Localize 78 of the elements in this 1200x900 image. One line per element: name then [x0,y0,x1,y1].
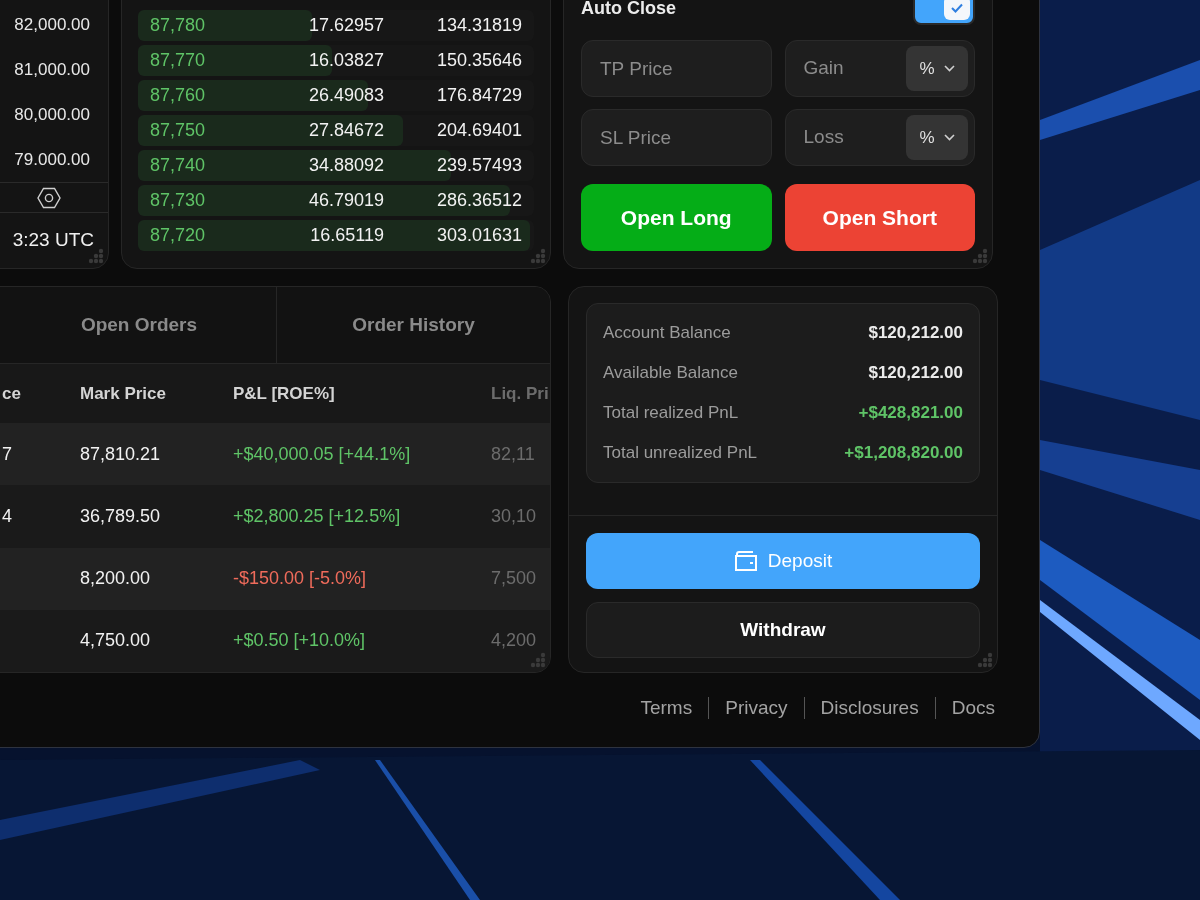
order-price: 87,720 [150,225,206,245]
auto-close-toggle[interactable] [913,0,975,25]
table-cell: 7,500 [491,568,537,589]
order-total: 134.31819 [436,14,522,37]
footer-link[interactable]: Disclosures [820,693,919,723]
order-amount: 17.62957 [308,14,384,37]
balance-label: Total realized PnL [603,402,739,425]
chevron-down-icon [943,65,955,72]
grip-icon[interactable] [977,652,993,668]
order-amount: 46.79019 [308,189,384,212]
pnl-cell: -$150.00 [-5.0%] [233,568,367,589]
grip-icon[interactable] [530,652,546,668]
balance-value: +$428,821.00 [858,402,963,425]
wallet-icon [733,550,758,572]
price-field[interactable]: SL Price [581,109,772,166]
balance-value: $120,212.00 [868,362,963,385]
price-axis-label: 82,000.00 [14,13,90,36]
order-price: 87,780 [150,15,206,35]
pnl-cell: +$0.50 [+10.0%] [233,630,366,651]
table-cell: 8,200.00 [80,568,151,589]
price-axis-label: 79.000.00 [14,148,90,171]
price-axis-label: 80,000.00 [14,103,90,126]
table-cell: 30,10 [491,506,537,527]
order-total: 303.01631 [436,224,522,247]
order-amount: 16.03827 [308,49,384,72]
column-header: P&L [ROE%] [233,383,335,403]
grip-icon[interactable] [530,248,546,264]
price-field[interactable]: TP Price [581,40,772,97]
order-amount: 26.49083 [308,84,384,107]
footer-link[interactable]: Docs [951,693,995,723]
order-price: 87,760 [150,85,206,105]
order-amount: 27.84672 [308,119,384,142]
table-cell: 4,200 [491,630,537,651]
balance-label: Available Balance [603,362,738,385]
tab[interactable]: Order History [352,310,475,340]
order-total: 204.69401 [436,119,522,142]
pnl-cell: +$40,000.05 [+44.1%] [233,443,411,464]
table-cell: 82,11 [491,443,535,464]
order-amount: 34.88092 [308,154,384,177]
order-price: 87,730 [150,190,206,210]
check-icon [950,2,964,14]
table-cell: 4,750.00 [80,630,151,651]
price-axis-label: 81,000.00 [14,58,90,81]
auto-close-label: Auto Close [581,0,676,20]
table-cell: 4 [2,506,12,527]
order-amount: 16.65119 [310,224,384,247]
hexagon-icon[interactable] [37,186,61,209]
order-total: 176.84729 [436,84,522,107]
unit-select[interactable]: % [906,115,968,160]
unit-select[interactable]: % [906,46,968,91]
table-cell: 87,810.21 [80,443,161,464]
footer-link[interactable]: Privacy [725,693,788,723]
footer-link[interactable]: Terms [640,693,693,723]
table-cell: 36,789.50 [80,506,161,527]
withdraw-button[interactable]: Withdraw [586,602,980,658]
order-total: 286.36512 [436,189,522,212]
order-total: 239.57493 [436,154,522,177]
pnl-cell: +$2,800.25 [+12.5%] [233,506,401,527]
balance-label: Account Balance [603,322,731,345]
column-header: ce [2,383,21,403]
time-label: 3:23 UTC [12,228,94,253]
open-short-button[interactable]: Open Short [784,184,975,251]
percent-field[interactable]: Loss % [784,109,975,166]
grip-icon[interactable] [972,248,988,264]
balance-value: +$1,208,820.00 [844,442,963,465]
table-cell: 7 [2,443,12,464]
balance-label: Total unrealized PnL [603,442,758,465]
balance-value: $120,212.00 [868,322,963,345]
order-price: 87,750 [150,120,206,140]
grip-icon[interactable] [88,248,104,264]
chevron-down-icon [943,134,955,141]
column-header: Mark Price [80,383,166,403]
tab[interactable]: Open Orders [80,310,198,340]
column-header: Liq. Pri [491,383,549,403]
order-price: 87,740 [150,155,206,175]
order-total: 150.35646 [436,49,522,72]
percent-field[interactable]: Gain % [784,40,975,97]
order-price: 87,770 [150,50,206,70]
